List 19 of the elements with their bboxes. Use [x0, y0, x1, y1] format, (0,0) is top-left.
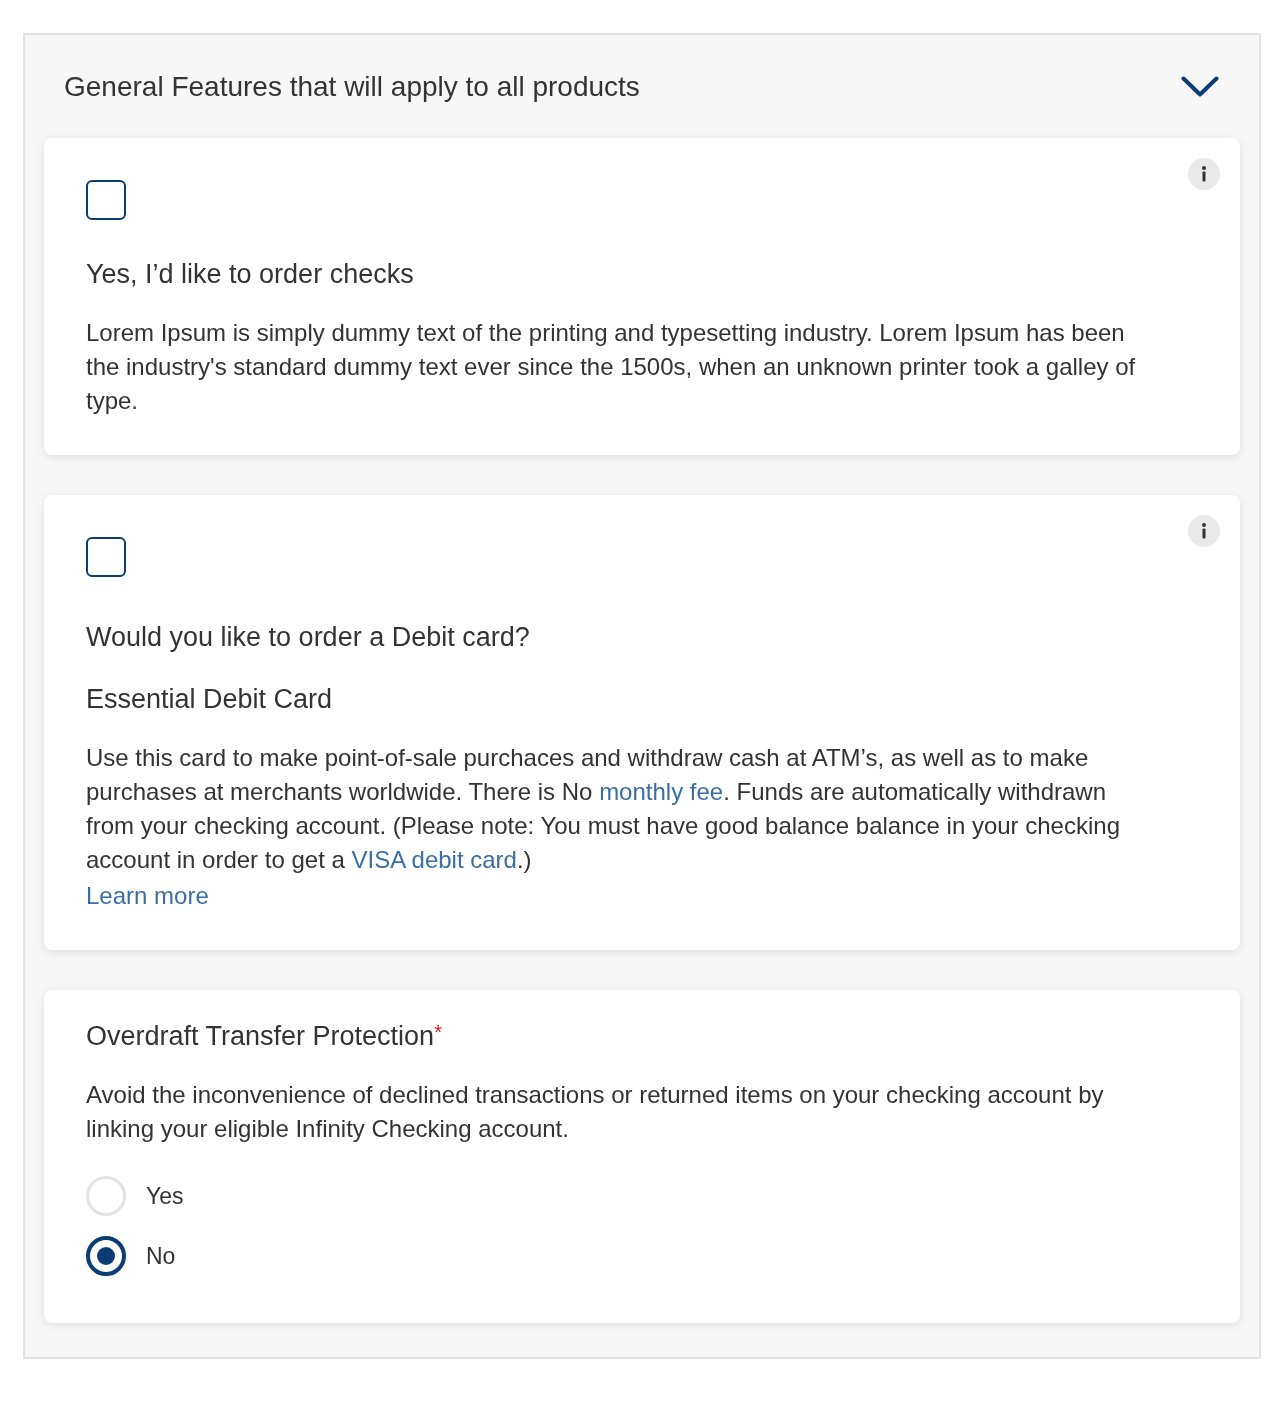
info-icon[interactable] [1188, 158, 1220, 190]
radio-label[interactable]: Yes [146, 1179, 184, 1213]
checkbox[interactable] [86, 180, 126, 220]
text-link[interactable]: VISA debit card [351, 846, 517, 873]
card-description: Lorem Ipsum is simply dummy text of the printing and typesetting industry. Lorem Ipsum has been the industry's standard dummy text ever since the 1500s, when an unknown printer took a galley of type. [86, 318, 1137, 416]
card-subtitle: Essential Debit Card [86, 683, 334, 716]
card-title: Overdraft Transfer Protection* [86, 1020, 442, 1053]
text-link[interactable]: monthly fee [599, 778, 724, 805]
card-title: Yes, I’d like to order checks [86, 258, 415, 291]
card-title: Would you like to order a Debit card? [86, 621, 531, 654]
accordion-header[interactable]: General Features that will apply to all products [25, 35, 1259, 138]
required-asterisk: * [434, 1021, 442, 1043]
checkbox[interactable] [86, 537, 126, 577]
radio-button[interactable] [86, 1236, 126, 1276]
card-description: Use this card to make point-of-sale purchaces and withdraw cash at ATM’s, as well as to make purchases at merchants worldwide. There is No monthly fee. Funds are automatically withdrawn from your checking account. (Please note: You must have good balance balance in your checking account in order to get a VISA debit card.) [86, 743, 1121, 875]
info-icon[interactable] [1188, 515, 1220, 547]
learn-more-link[interactable]: Learn more [86, 879, 209, 913]
card-description: Avoid the inconvenience of declined transactions or returned items on your checking account by linking your eligible Infinity Checking account. [86, 1080, 1105, 1144]
radio-label[interactable]: No [146, 1239, 176, 1273]
